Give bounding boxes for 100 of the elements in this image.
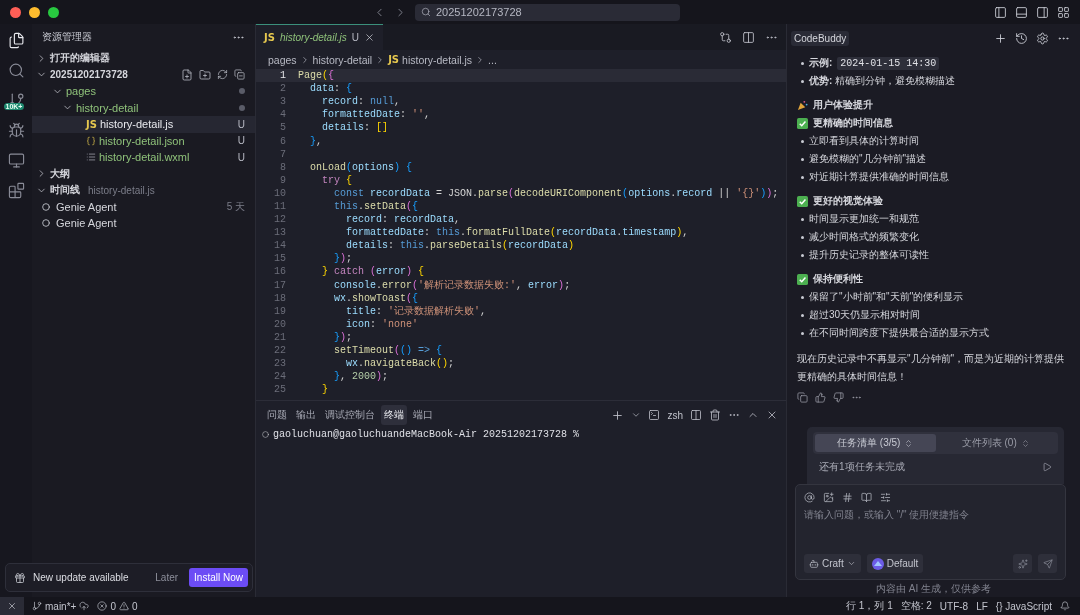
section-title: 时间线 [50,183,80,198]
panel-tab[interactable]: 输出 [293,405,319,425]
status-item[interactable]: 行 1，列 1 [846,599,893,613]
mode-select[interactable]: Craft [804,554,861,573]
tab-label: history-detail.js [279,32,347,43]
panel-tab[interactable]: 问题 [264,405,290,425]
sliders-icon[interactable] [880,492,891,503]
bullet-icon [801,175,804,179]
section-header[interactable]: 时间线 history-detail.js [32,182,255,199]
section-header[interactable]: 20251202173728 [32,66,255,83]
send-button[interactable] [1038,554,1057,573]
thumbs-up-icon[interactable] [815,392,826,403]
line-number: 5 [279,122,287,134]
code-line: title: '记录数据解析失败', [345,305,487,319]
file-name: history-detail.js [99,118,174,131]
search-field[interactable]: 20251202173728 [415,3,680,21]
settings-icon[interactable] [1036,31,1049,45]
history-icon[interactable] [1015,31,1028,45]
status-item[interactable]: UTF-8 [939,600,969,612]
panel-right-icon[interactable] [1036,5,1049,19]
file-row[interactable]: history-detail.wxml U [32,149,255,166]
enhance-button[interactable] [1013,554,1032,573]
bullet-icon [801,157,804,161]
panel-tab[interactable]: 终端 [381,405,407,425]
book-icon[interactable] [861,492,872,503]
timeline-item[interactable]: Genie Agent [32,215,255,232]
model-select[interactable]: Default [866,554,924,573]
remote-button[interactable] [0,597,24,615]
breadcrumb-item[interactable]: pages [268,53,297,66]
code-line: try { [321,174,353,186]
panel-tab[interactable]: 端口 [410,405,436,425]
breadcrumb-item[interactable]: history-detail.js [402,53,473,66]
image-icon[interactable] [823,492,834,503]
files-icon[interactable] [7,32,25,49]
status-item[interactable]: LF [976,600,988,612]
later-button[interactable]: Later [151,570,183,585]
problems-status[interactable]: 0 0 [97,600,138,612]
compare-icon[interactable] [719,30,732,44]
monitor-icon[interactable] [7,152,25,169]
shell-name[interactable]: zsh [667,409,683,421]
minimize-button[interactable] [29,6,40,18]
status-item[interactable]: 空格: 2 [900,599,932,613]
folder-row[interactable]: history-detail [32,99,255,116]
add-icon[interactable] [611,408,625,422]
panel-tab[interactable]: 调试控制台 [322,405,378,425]
at-icon[interactable] [804,492,815,503]
line-number: 13 [273,227,287,239]
refresh-icon[interactable] [217,68,228,80]
git-status: U [351,32,359,43]
panel-bottom-icon[interactable] [1015,5,1028,19]
layout-icon[interactable] [1057,5,1070,19]
copy-icon[interactable] [797,392,808,403]
branch-status[interactable]: main*+ [32,600,90,612]
file-row[interactable]: history-detail.json U [32,132,255,149]
bullet-text: 避免模糊的"几分钟前"描述 [809,152,927,166]
breadcrumb-item[interactable]: ... [488,53,497,66]
split-icon[interactable] [690,409,702,421]
panel-left-icon[interactable] [994,5,1007,19]
code-line: formattedDate: this.formatFullDate(recordData.timestamp), [345,227,689,239]
add-icon[interactable] [994,31,1007,45]
install-button[interactable]: Install Now [189,568,248,587]
cloud-icon [79,601,90,611]
trash-icon[interactable] [709,409,721,421]
new-folder-icon[interactable] [199,68,211,81]
task-tab[interactable]: 文件列表 (0) [935,434,1056,452]
code-line: icon: 'none' [345,318,419,330]
maximize-button[interactable] [48,6,59,18]
play-icon[interactable] [1042,462,1052,472]
terminal-icon[interactable] [648,409,661,421]
editor-tab[interactable]: JS history-detail.js U [256,24,383,50]
task-status: 还有1项任务未完成 [819,460,905,474]
bell-icon[interactable] [1060,601,1070,611]
split-icon[interactable] [742,30,755,44]
lines-icon [86,152,96,163]
new-file-icon[interactable] [181,68,193,81]
code-line: wx.showToast({ [333,292,419,304]
section-header[interactable]: 大纲 [32,165,255,182]
close-button[interactable] [10,6,21,18]
status-item[interactable]: {} JavaScript [995,600,1052,612]
timeline-item[interactable]: Genie Agent 5 天 [32,198,255,215]
thumbs-down-icon[interactable] [833,392,844,403]
folder-row[interactable]: pages [32,83,255,100]
section-heading: 用户体验提升 [813,98,873,112]
code-line: }, [309,135,323,147]
search-icon[interactable] [7,62,25,79]
close-icon[interactable] [766,409,778,421]
code-line: } [321,384,328,396]
section-title: 20251202173728 [50,69,128,81]
breadcrumb-item[interactable]: history-detail [312,53,373,66]
blocks-icon[interactable] [7,182,25,199]
bug-icon[interactable] [7,122,25,139]
task-tab[interactable]: 任务清单 (3/5) [815,434,936,452]
chat-input[interactable]: 请输入问题，或输入 "/" 使用便捷指令 Craft Default [795,484,1066,580]
hash-icon[interactable] [842,492,853,503]
file-row[interactable]: JS history-detail.js U [32,116,255,133]
search-icon [421,7,431,17]
section-header[interactable]: 打开的编辑器 [32,50,255,67]
collapse-icon[interactable] [234,68,245,80]
close-icon[interactable] [363,32,375,43]
caret-icon[interactable] [631,410,642,420]
